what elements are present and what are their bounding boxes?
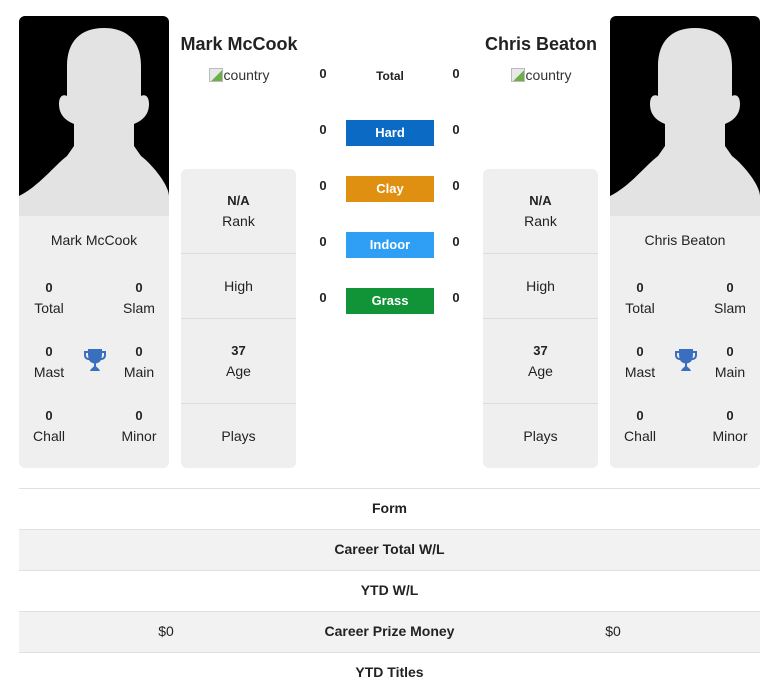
surface-indoor-badge: Indoor: [346, 232, 434, 258]
surface-clay-left: 0: [319, 178, 327, 193]
player-info-left: N/A Rank High 37 Age Plays: [181, 169, 296, 468]
surface-total-left: 0: [319, 66, 327, 81]
player-card-left: Mark McCook 0 Total 0 Slam 0 Mast 0 Main 0 Ch…: [19, 16, 169, 468]
surface-grass-right: 0: [452, 290, 460, 305]
divider: [181, 318, 296, 319]
player-name-left[interactable]: Mark McCook: [164, 34, 314, 55]
titles-main: 0 Main: [123, 344, 155, 380]
titles-minor: 0 Minor: [712, 408, 748, 444]
player-card-name: Chris Beaton: [644, 232, 726, 248]
row-label: Form: [372, 500, 407, 516]
plays-cell: Plays: [221, 428, 256, 444]
titles-total: 0 Total: [625, 280, 655, 316]
surface-hard-badge: Hard: [346, 120, 434, 146]
age-cell: 37 Age: [226, 343, 251, 379]
comparison-row-ytd-wl: YTD W/L: [19, 570, 760, 611]
player-photo-right: [610, 16, 760, 216]
titles-chall: 0 Chall: [33, 408, 65, 444]
divider: [483, 253, 598, 254]
comparison-row-ytd-titles: YTD Titles: [19, 652, 760, 693]
surface-clay-badge: Clay: [346, 176, 434, 202]
surface-total-label: Total: [376, 69, 404, 83]
row-label: YTD W/L: [360, 582, 419, 598]
divider: [483, 403, 598, 404]
titles-total: 0 Total: [34, 280, 64, 316]
prize-money-right: $0: [605, 623, 621, 639]
rank-cell: N/A Rank: [222, 193, 255, 229]
titles-minor: 0 Minor: [121, 408, 157, 444]
divider: [181, 253, 296, 254]
surface-hard-right: 0: [452, 122, 460, 137]
player-card-name: Mark McCook: [50, 232, 138, 248]
trophy-icon: [84, 349, 106, 371]
surface-clay-right: 0: [452, 178, 460, 193]
titles-main: 0 Main: [714, 344, 746, 380]
comparison-row-prize-money: $0 Career Prize Money $0: [19, 611, 760, 652]
row-label: YTD Titles: [355, 664, 424, 680]
country-flag-left: country: [164, 67, 314, 83]
surface-grass-badge: Grass: [346, 288, 434, 314]
divider: [181, 403, 296, 404]
silhouette-avatar-icon: [19, 28, 169, 216]
titles-chall: 0 Chall: [624, 408, 656, 444]
surface-hard-left: 0: [319, 122, 327, 137]
divider: [483, 318, 598, 319]
comparison-row-form: Form: [19, 488, 760, 529]
trophy-icon: [675, 349, 697, 371]
surface-total-right: 0: [452, 66, 460, 81]
titles-slam: 0 Slam: [123, 280, 155, 316]
high-cell: High: [526, 278, 555, 294]
silhouette-avatar-icon: [610, 28, 760, 216]
broken-image-icon: [510, 68, 525, 82]
titles-mast: 0 Mast: [33, 344, 65, 380]
player-info-right: N/A Rank High 37 Age Plays: [483, 169, 598, 468]
comparison-row-career-wl: Career Total W/L: [19, 529, 760, 570]
age-cell: 37 Age: [528, 343, 553, 379]
row-label: Career Total W/L: [334, 541, 445, 557]
titles-slam: 0 Slam: [714, 280, 746, 316]
player-name-right[interactable]: Chris Beaton: [466, 34, 616, 55]
plays-cell: Plays: [523, 428, 558, 444]
surface-indoor-right: 0: [452, 234, 460, 249]
player-photo-left: [19, 16, 169, 216]
surface-grass-left: 0: [319, 290, 327, 305]
country-flag-right: country: [466, 67, 616, 83]
titles-mast: 0 Mast: [624, 344, 656, 380]
player-card-right: Chris Beaton 0 Total 0 Slam 0 Mast 0 Main 0C…: [610, 16, 760, 468]
broken-image-icon: [208, 68, 223, 82]
high-cell: High: [224, 278, 253, 294]
surface-indoor-left: 0: [319, 234, 327, 249]
rank-cell: N/A Rank: [524, 193, 557, 229]
